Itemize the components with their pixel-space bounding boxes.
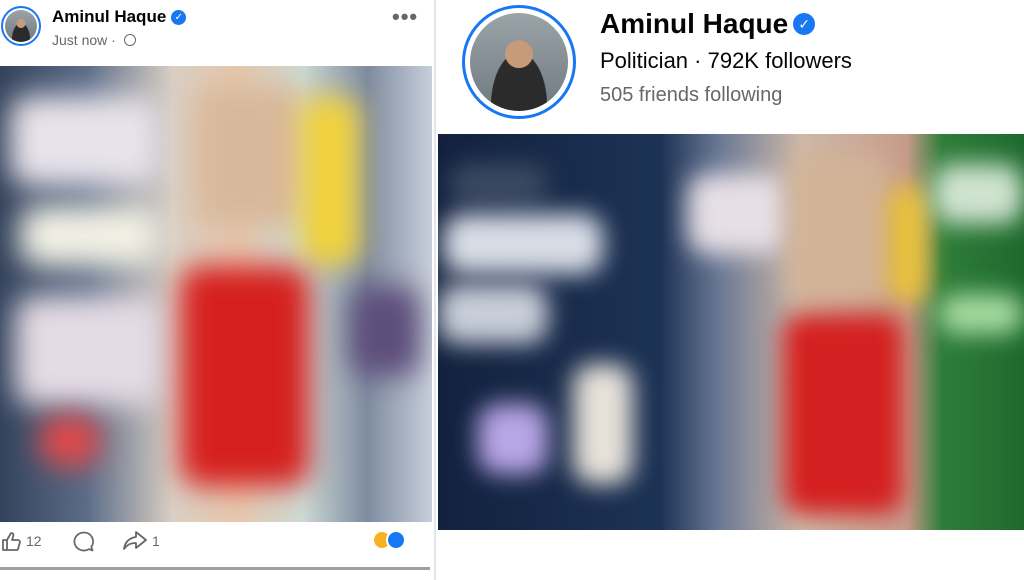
share-arrow-icon [123, 531, 147, 550]
like-reaction-icon [386, 530, 406, 550]
share-count: 1 [152, 533, 160, 549]
post-header: Aminul Haque ✓ Just now · ••• [0, 0, 432, 64]
like-count: 12 [26, 533, 42, 549]
profile-subtitle: Politician · 792K followers [600, 48, 852, 73]
profile-friends-following[interactable]: 505 friends following [600, 84, 782, 107]
panel-divider [434, 0, 436, 580]
verified-icon: ✓ [171, 10, 187, 25]
author-avatar[interactable] [1, 6, 41, 46]
post-author-name[interactable]: Aminul Haque [52, 7, 166, 26]
post-meta: Just now · [52, 32, 136, 48]
post-actions: 12 1 [0, 526, 432, 562]
post-card: Aminul Haque ✓ Just now · ••• 12 1 [0, 0, 432, 580]
profile-name: Aminul Haque ✓ [600, 8, 816, 40]
share-button[interactable]: 1 [122, 530, 160, 552]
profile-panel: Aminul Haque ✓ Politician · 792K follower… [438, 0, 1024, 580]
profile-name-text: Aminul Haque [600, 8, 789, 39]
post-time[interactable]: Just now [52, 32, 107, 48]
globe-icon [123, 34, 136, 46]
profile-avatar[interactable] [462, 5, 576, 119]
comment-icon [73, 531, 94, 552]
post-image[interactable] [0, 66, 432, 522]
thumbs-up-icon [2, 532, 21, 551]
more-options-button[interactable]: ••• [392, 4, 418, 30]
post-author[interactable]: Aminul Haque ✓ [52, 7, 187, 27]
profile-cover-image[interactable] [438, 134, 1024, 530]
post-bottom-bar [0, 567, 430, 570]
like-button[interactable]: 12 [0, 530, 42, 552]
reaction-summary[interactable] [372, 530, 406, 555]
verified-icon: ✓ [793, 13, 816, 35]
comment-button[interactable] [72, 530, 96, 554]
